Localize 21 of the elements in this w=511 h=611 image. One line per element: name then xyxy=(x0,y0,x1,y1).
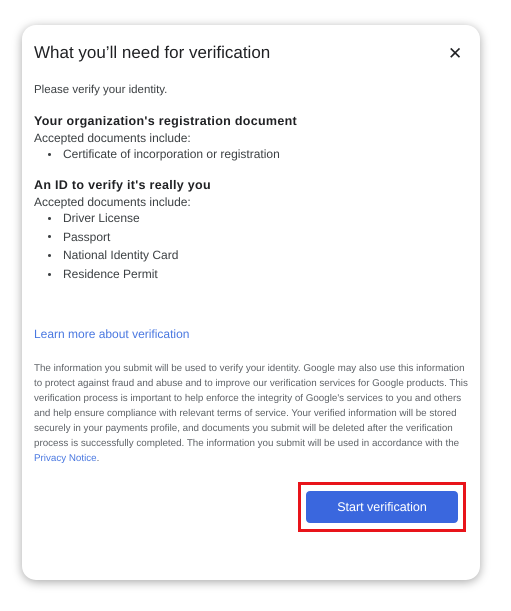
section-subheading: Accepted documents include: xyxy=(34,194,192,209)
document-item: National Identity Card xyxy=(63,248,178,262)
privacy-notice-link[interactable]: Privacy Notice xyxy=(34,453,97,464)
bullet-icon xyxy=(48,216,51,220)
start-verification-button[interactable]: Start verification xyxy=(306,491,458,524)
document-item: Driver License xyxy=(63,211,140,226)
section-heading: Your organization's registration document xyxy=(34,114,298,128)
section-heading: An ID to verify it's really you xyxy=(34,178,212,192)
bullet-icon xyxy=(48,235,51,238)
intro-text: Please verify your identity. xyxy=(34,84,168,96)
bullet-icon xyxy=(48,272,51,276)
document-item: Passport xyxy=(63,230,110,244)
close-button[interactable]: ✕ xyxy=(442,42,468,64)
bullet-icon xyxy=(48,152,51,156)
section-subheading: Accepted documents include: xyxy=(34,131,192,145)
document-item: Certificate of incorporation or registration xyxy=(63,147,280,162)
disclaimer-text: The information you submit will be used to verify your identity. Google may also use this information to protect against fraud and abuse and to improve our verification services for Google products. This verification process is important to help enforce the integrity of Google's services to you and others and help ensure compliance with relevant terms of service. Your verified information will be stored securely in your payments profile, and documents you submit will be deleted after the verification process is successfully completed. The information you submit will be used in accordance with the Privacy Notice. xyxy=(34,362,468,466)
dialog-title: What you’ll need for verification xyxy=(34,43,270,63)
bullet-icon xyxy=(48,254,51,257)
document-item: Residence Permit xyxy=(63,267,158,282)
learn-more-link[interactable]: Learn more about verification xyxy=(34,327,190,342)
